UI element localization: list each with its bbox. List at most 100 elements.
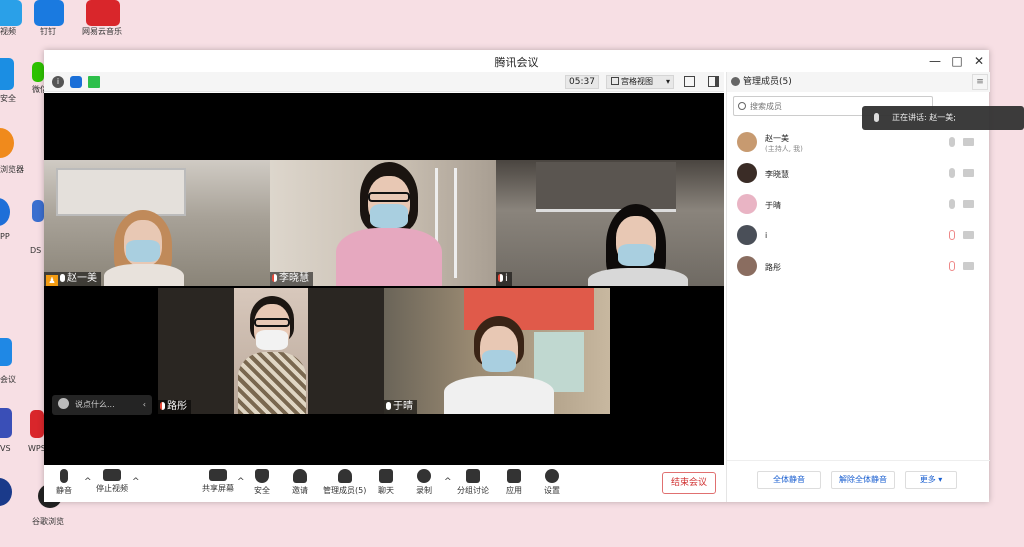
emoji-icon[interactable]: [58, 398, 69, 409]
desktop-icon-chrome[interactable]: [0, 478, 12, 506]
video-tile[interactable]: 李晓慧: [270, 160, 496, 286]
apps-button[interactable]: 应用: [506, 469, 522, 496]
bottom-toolbar: 静音 ^ 停止视频 ^ 共享屏幕 ^ 安全 邀请 管理成员(5) 聊天 录制 ^…: [44, 465, 724, 502]
minimize-button[interactable]: —: [928, 54, 942, 68]
unmute-all-button[interactable]: 解除全体静音: [831, 471, 895, 489]
audio-options-caret[interactable]: ^: [84, 477, 92, 487]
window-title: 腾讯会议: [494, 56, 539, 69]
stop-video-button[interactable]: 停止视频: [96, 469, 128, 494]
mic-icon[interactable]: [949, 137, 955, 147]
grid-view-icon: [611, 77, 619, 85]
mute-button[interactable]: 静音: [56, 469, 72, 496]
maximize-button[interactable]: □: [950, 54, 964, 68]
mic-icon[interactable]: [949, 168, 955, 178]
member-item[interactable]: 赵一美 (主持人, 我): [737, 130, 982, 156]
meeting-timer: 05:37: [565, 75, 599, 89]
mic-icon[interactable]: [949, 199, 955, 209]
mic-muted-icon[interactable]: [949, 261, 955, 271]
video-tile[interactable]: i: [496, 160, 724, 286]
close-button[interactable]: ✕: [972, 54, 986, 68]
member-item[interactable]: 于晴: [737, 192, 982, 218]
participant-name-bar: i: [496, 272, 512, 286]
member-item[interactable]: 路彤: [737, 254, 982, 280]
breakout-rooms-button[interactable]: 分组讨论: [457, 469, 489, 496]
video-options-caret[interactable]: ^: [132, 477, 140, 487]
participant-name-bar: 路彤: [158, 400, 191, 414]
desktop-icon-wps[interactable]: [30, 410, 44, 438]
video-tile[interactable]: 于晴: [384, 288, 610, 414]
desktop-label: DS: [30, 246, 42, 255]
record-label: 录制: [416, 486, 432, 495]
person-body: [238, 352, 306, 414]
desktop-icon-wechat[interactable]: [32, 62, 44, 82]
desktop-icon-meeting[interactable]: [0, 338, 12, 366]
record-button[interactable]: 录制: [416, 469, 432, 496]
face-mask: [256, 330, 288, 350]
microphone-icon: [874, 113, 879, 122]
fullscreen-icon[interactable]: [684, 76, 695, 87]
members-icon: [337, 469, 352, 483]
manage-members-button[interactable]: 管理成员(5): [323, 469, 366, 496]
avatar: [737, 194, 757, 214]
desktop-icon-pp[interactable]: [0, 198, 10, 226]
camera-icon[interactable]: [963, 262, 974, 270]
shield-icon[interactable]: [70, 76, 82, 88]
chat-button[interactable]: 聊天: [378, 469, 394, 496]
avatar: [737, 256, 757, 276]
camera-icon[interactable]: [963, 169, 974, 177]
camera-icon[interactable]: [963, 200, 974, 208]
member-role: (主持人, 我): [765, 145, 803, 153]
participant-name: 赵一美: [67, 273, 97, 284]
user-icon: [731, 77, 740, 86]
view-mode-label: 宫格视图: [621, 77, 653, 86]
menu-icon[interactable]: ≡: [972, 74, 988, 90]
camera-icon[interactable]: [963, 138, 974, 146]
share-screen-button[interactable]: 共享屏幕: [202, 469, 234, 494]
invite-button[interactable]: 邀请: [292, 469, 308, 496]
desktop-icon-netease-music[interactable]: [86, 0, 120, 26]
record-options-caret[interactable]: ^: [444, 477, 452, 487]
avatar: [737, 225, 757, 245]
apps-label: 应用: [506, 486, 522, 495]
search-icon: [738, 102, 746, 110]
member-item[interactable]: i: [737, 223, 982, 249]
members-panel-header: 管理成员(5) ≡: [727, 72, 990, 92]
member-item[interactable]: 李晓慧: [737, 161, 982, 187]
desktop-label: 浏览器: [0, 165, 24, 174]
camera-icon[interactable]: [963, 231, 974, 239]
more-button[interactable]: 更多 ▾: [905, 471, 957, 489]
glasses: [254, 318, 290, 327]
info-icon[interactable]: i: [52, 76, 64, 88]
share-options-caret[interactable]: ^: [237, 477, 245, 487]
chat-quick-input[interactable]: 说点什么... ‹: [52, 395, 152, 415]
bunk-bed: [536, 162, 676, 212]
view-mode-button[interactable]: 宫格视图 ▾: [606, 75, 674, 89]
glasses: [368, 192, 410, 202]
desktop-icon-ds[interactable]: [32, 200, 44, 222]
chat-bubble-icon: [379, 469, 393, 483]
collapse-arrow-icon[interactable]: ‹: [143, 395, 146, 415]
breakout-icon: [466, 469, 480, 483]
security-button[interactable]: 安全: [254, 469, 270, 496]
end-meeting-button[interactable]: 结束会议: [662, 472, 716, 494]
video-tile[interactable]: 路彤: [158, 288, 384, 414]
desktop-icon-browser[interactable]: [0, 128, 14, 158]
mic-muted-icon[interactable]: [949, 230, 955, 240]
top-toolbar: i 05:37 宫格视图 ▾: [44, 72, 724, 92]
apps-grid-icon: [507, 469, 521, 483]
mute-all-button[interactable]: 全体静音: [757, 471, 821, 489]
video-tile[interactable]: ♟ 赵一美: [44, 160, 270, 286]
stop-video-label: 停止视频: [96, 484, 128, 493]
microphone-icon: [60, 469, 68, 483]
participant-name: 于晴: [393, 401, 413, 412]
face-mask: [370, 204, 408, 228]
sidebar-toggle-icon[interactable]: [708, 76, 719, 87]
participant-name: 李晓慧: [279, 273, 309, 284]
desktop-icon-dingtalk[interactable]: [34, 0, 64, 26]
desktop-icon-video[interactable]: [0, 0, 22, 26]
desktop-icon-vs[interactable]: [0, 408, 12, 438]
desktop-icon-security[interactable]: [0, 58, 14, 90]
desktop-label: 谷歌浏览: [32, 517, 64, 526]
signal-icon[interactable]: [88, 76, 100, 88]
settings-button[interactable]: 设置: [544, 469, 560, 496]
